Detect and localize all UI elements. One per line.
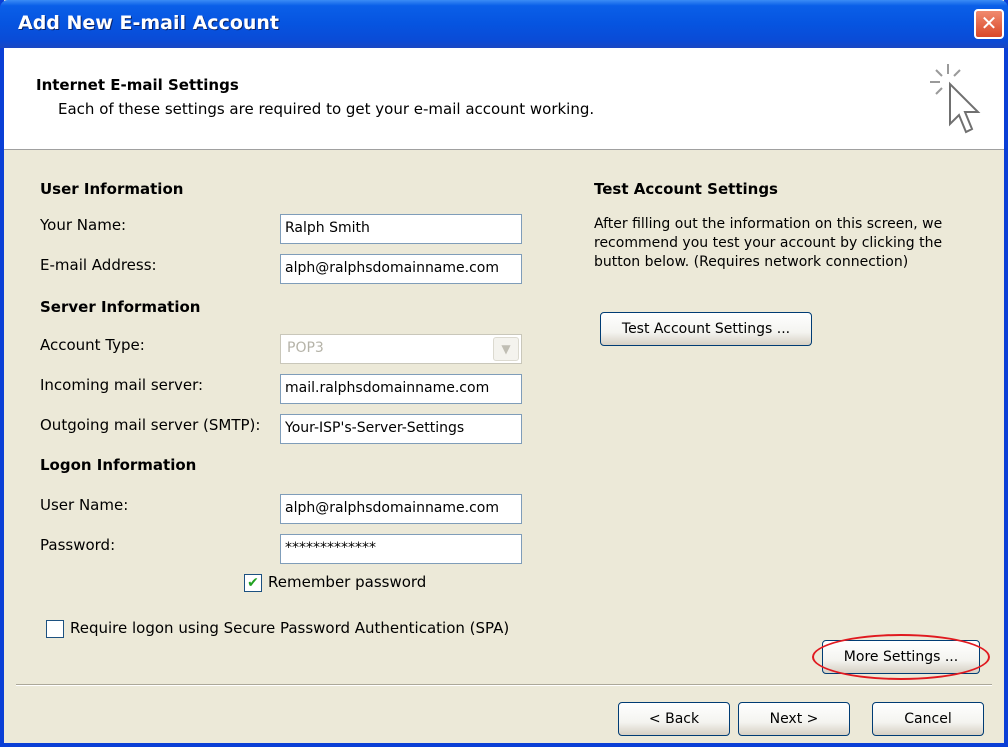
chevron-down-icon[interactable]: ▼ — [493, 337, 519, 361]
test-settings-description-line2: recommend you test your account by click… — [594, 235, 943, 251]
spa-label[interactable]: Require logon using Secure Password Auth… — [70, 619, 509, 637]
more-settings-highlight — [812, 634, 990, 680]
email-address-input[interactable]: alph@ralphsdomainname.com — [280, 254, 522, 284]
account-type-label: Account Type: — [40, 336, 145, 354]
account-type-value: POP3 — [287, 340, 324, 356]
close-icon: ✕ — [980, 11, 998, 35]
header-title: Internet E-mail Settings — [36, 76, 239, 94]
remember-password-label[interactable]: Remember password — [268, 573, 426, 591]
add-email-account-dialog: Add New E-mail Account ✕ Internet E-mail… — [0, 0, 1008, 747]
logon-information-heading: Logon Information — [40, 456, 197, 474]
footer-divider — [16, 684, 992, 686]
remember-password-checkbox[interactable]: ✔ — [244, 574, 262, 592]
spa-checkbox[interactable] — [46, 620, 64, 638]
close-button[interactable]: ✕ — [974, 9, 1004, 39]
account-type-select[interactable]: POP3 ▼ — [280, 334, 522, 364]
your-name-input[interactable]: Ralph Smith — [280, 214, 522, 244]
test-account-settings-heading: Test Account Settings — [594, 180, 778, 198]
incoming-mail-server-input[interactable]: mail.ralphsdomainname.com — [280, 374, 522, 404]
password-label: Password: — [40, 536, 116, 554]
title-bar[interactable]: Add New E-mail Account ✕ — [0, 0, 1008, 48]
outgoing-mail-server-label: Outgoing mail server (SMTP): — [40, 416, 261, 434]
wizard-header: Internet E-mail Settings Each of these s… — [4, 48, 1004, 150]
test-account-settings-button[interactable]: Test Account Settings ... — [600, 312, 812, 346]
incoming-mail-server-label: Incoming mail server: — [40, 376, 204, 394]
test-settings-description-line1: After filling out the information on thi… — [594, 216, 943, 232]
outgoing-mail-server-input[interactable]: Your-ISP's-Server-Settings — [280, 414, 522, 444]
your-name-label: Your Name: — [40, 216, 127, 234]
user-information-heading: User Information — [40, 180, 184, 198]
server-information-heading: Server Information — [40, 298, 201, 316]
user-name-label: User Name: — [40, 496, 129, 514]
back-button[interactable]: < Back — [618, 702, 730, 736]
next-button[interactable]: Next > — [738, 702, 850, 736]
cancel-button[interactable]: Cancel — [872, 702, 984, 736]
password-input[interactable]: ************* — [280, 534, 522, 564]
checkmark-icon: ✔ — [247, 575, 259, 591]
window-title: Add New E-mail Account — [18, 12, 280, 34]
email-address-label: E-mail Address: — [40, 256, 157, 274]
test-settings-description-line3: button below. (Requires network connecti… — [594, 254, 909, 270]
header-subtitle: Each of these settings are required to g… — [58, 100, 595, 118]
user-name-input[interactable]: alph@ralphsdomainname.com — [280, 494, 522, 524]
cursor-sparkle-icon — [930, 64, 981, 134]
